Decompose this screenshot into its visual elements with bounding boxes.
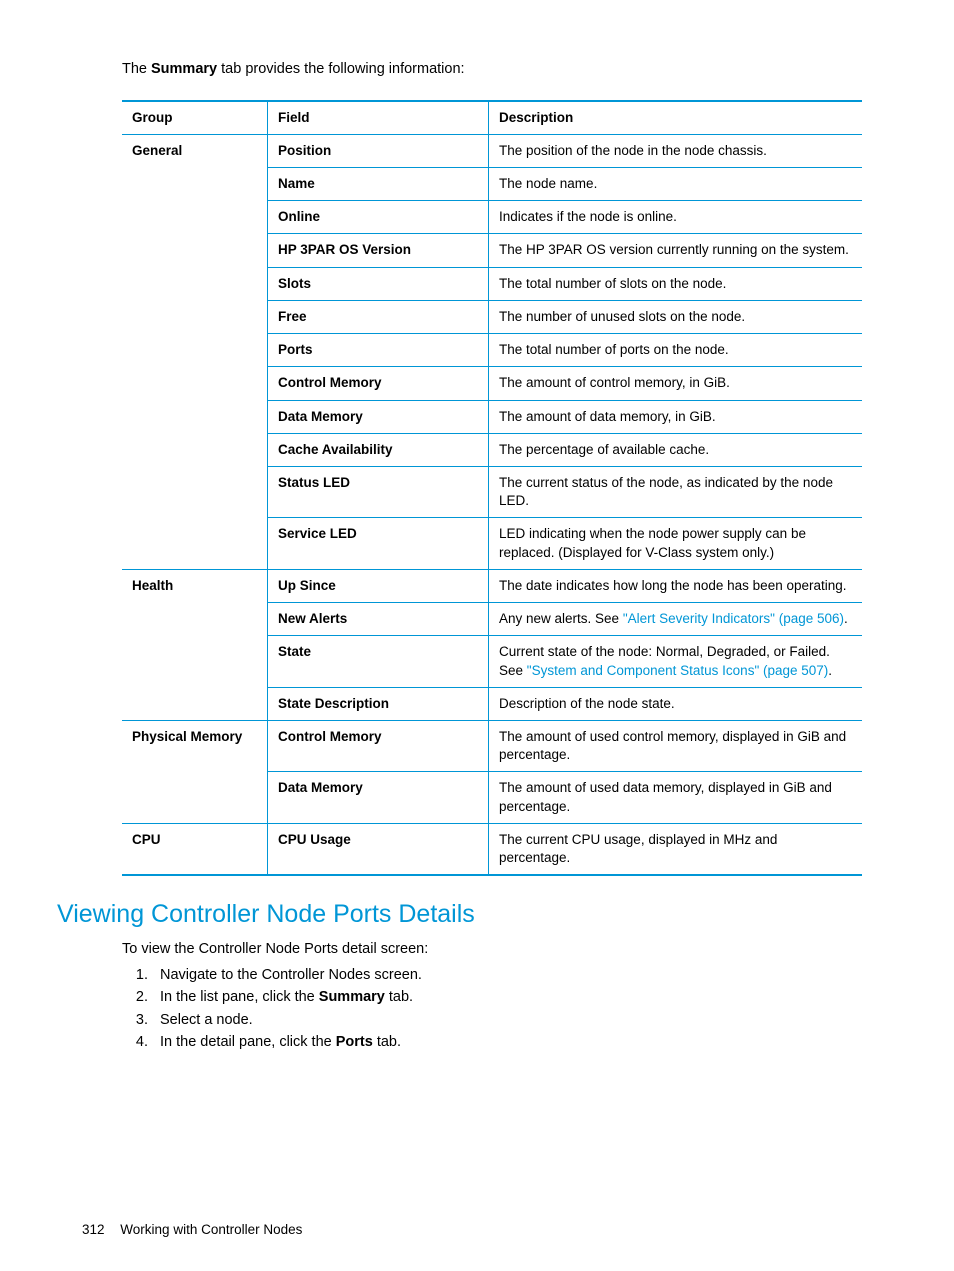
cell-group <box>122 267 268 300</box>
cell-description: The current status of the node, as indic… <box>489 466 863 517</box>
cell-field: Control Memory <box>268 720 489 771</box>
table-row: State DescriptionDescription of the node… <box>122 687 862 720</box>
cell-description: Description of the node state. <box>489 687 863 720</box>
cell-description: The amount of data memory, in GiB. <box>489 400 863 433</box>
steps-list: Navigate to the Controller Nodes screen.… <box>122 966 872 1053</box>
cell-field: Data Memory <box>268 400 489 433</box>
cell-group <box>122 466 268 517</box>
cell-field: Control Memory <box>268 367 489 400</box>
cell-group <box>122 234 268 267</box>
cell-description: The HP 3PAR OS version currently running… <box>489 234 863 267</box>
cell-description: Any new alerts. See "Alert Severity Indi… <box>489 603 863 636</box>
cell-group <box>122 772 268 823</box>
table-header-row: Group Field Description <box>122 101 862 135</box>
cell-group <box>122 300 268 333</box>
list-item: Navigate to the Controller Nodes screen. <box>152 966 872 986</box>
cell-field: Service LED <box>268 518 489 569</box>
page-footer: 312 Working with Controller Nodes <box>82 1221 302 1239</box>
cell-group <box>122 518 268 569</box>
footer-title: Working with Controller Nodes <box>120 1222 302 1237</box>
summary-info-table: Group Field Description GeneralPositionT… <box>122 100 862 877</box>
table-row: Data MemoryThe amount of used data memor… <box>122 772 862 823</box>
cell-field: Cache Availability <box>268 433 489 466</box>
table-row: HP 3PAR OS VersionThe HP 3PAR OS version… <box>122 234 862 267</box>
section-heading: Viewing Controller Node Ports Details <box>57 898 872 932</box>
table-row: PortsThe total number of ports on the no… <box>122 334 862 367</box>
table-row: Physical MemoryControl MemoryThe amount … <box>122 720 862 771</box>
table-row: GeneralPositionThe position of the node … <box>122 134 862 167</box>
intro-pre: The <box>122 61 151 77</box>
cell-field: HP 3PAR OS Version <box>268 234 489 267</box>
section-intro: To view the Controller Node Ports detail… <box>122 940 872 960</box>
cell-field: Data Memory <box>268 772 489 823</box>
list-item: In the detail pane, click the Ports tab. <box>152 1033 872 1053</box>
cell-field: Position <box>268 134 489 167</box>
cell-description: The node name. <box>489 168 863 201</box>
cell-group: Health <box>122 569 268 602</box>
cell-group <box>122 636 268 687</box>
intro-bold: Summary <box>151 61 217 77</box>
intro-paragraph: The Summary tab provides the following i… <box>122 60 872 80</box>
header-field: Field <box>268 101 489 135</box>
table-row: SlotsThe total number of slots on the no… <box>122 267 862 300</box>
header-group: Group <box>122 101 268 135</box>
cell-group: General <box>122 134 268 167</box>
cell-group <box>122 334 268 367</box>
cell-group <box>122 367 268 400</box>
cell-field: State Description <box>268 687 489 720</box>
cell-description: The position of the node in the node cha… <box>489 134 863 167</box>
intro-post: tab provides the following information: <box>217 61 464 77</box>
cell-description: Current state of the node: Normal, Degra… <box>489 636 863 687</box>
table-row: FreeThe number of unused slots on the no… <box>122 300 862 333</box>
cell-field: Ports <box>268 334 489 367</box>
cell-description: The amount of used control memory, displ… <box>489 720 863 771</box>
cell-description: Indicates if the node is online. <box>489 201 863 234</box>
cell-field: Status LED <box>268 466 489 517</box>
table-row: HealthUp SinceThe date indicates how lon… <box>122 569 862 602</box>
cell-group: CPU <box>122 823 268 875</box>
cross-ref-link[interactable]: "System and Component Status Icons" (pag… <box>527 663 829 678</box>
cell-description: The percentage of available cache. <box>489 433 863 466</box>
table-row: CPUCPU UsageThe current CPU usage, displ… <box>122 823 862 875</box>
cell-field: Free <box>268 300 489 333</box>
header-description: Description <box>489 101 863 135</box>
cell-group <box>122 433 268 466</box>
cell-field: New Alerts <box>268 603 489 636</box>
cell-group <box>122 201 268 234</box>
cell-group: Physical Memory <box>122 720 268 771</box>
cell-description: The number of unused slots on the node. <box>489 300 863 333</box>
cell-description: The amount of control memory, in GiB. <box>489 367 863 400</box>
list-item: Select a node. <box>152 1011 872 1031</box>
cell-field: Name <box>268 168 489 201</box>
cell-group <box>122 603 268 636</box>
cell-field: CPU Usage <box>268 823 489 875</box>
table-row: New AlertsAny new alerts. See "Alert Sev… <box>122 603 862 636</box>
cell-description: The total number of slots on the node. <box>489 267 863 300</box>
cell-field: Slots <box>268 267 489 300</box>
table-row: Service LEDLED indicating when the node … <box>122 518 862 569</box>
cell-field: State <box>268 636 489 687</box>
cell-description: The current CPU usage, displayed in MHz … <box>489 823 863 875</box>
table-row: Status LEDThe current status of the node… <box>122 466 862 517</box>
list-item: In the list pane, click the Summary tab. <box>152 988 872 1008</box>
table-row: OnlineIndicates if the node is online. <box>122 201 862 234</box>
cross-ref-link[interactable]: "Alert Severity Indicators" (page 506) <box>623 611 844 626</box>
cell-field: Online <box>268 201 489 234</box>
cell-description: The amount of used data memory, displaye… <box>489 772 863 823</box>
table-row: Data MemoryThe amount of data memory, in… <box>122 400 862 433</box>
table-row: NameThe node name. <box>122 168 862 201</box>
cell-field: Up Since <box>268 569 489 602</box>
page-number: 312 <box>82 1222 105 1237</box>
cell-description: The total number of ports on the node. <box>489 334 863 367</box>
table-row: StateCurrent state of the node: Normal, … <box>122 636 862 687</box>
table-row: Control MemoryThe amount of control memo… <box>122 367 862 400</box>
cell-group <box>122 168 268 201</box>
cell-description: LED indicating when the node power suppl… <box>489 518 863 569</box>
cell-description: The date indicates how long the node has… <box>489 569 863 602</box>
table-row: Cache AvailabilityThe percentage of avai… <box>122 433 862 466</box>
cell-group <box>122 687 268 720</box>
cell-group <box>122 400 268 433</box>
